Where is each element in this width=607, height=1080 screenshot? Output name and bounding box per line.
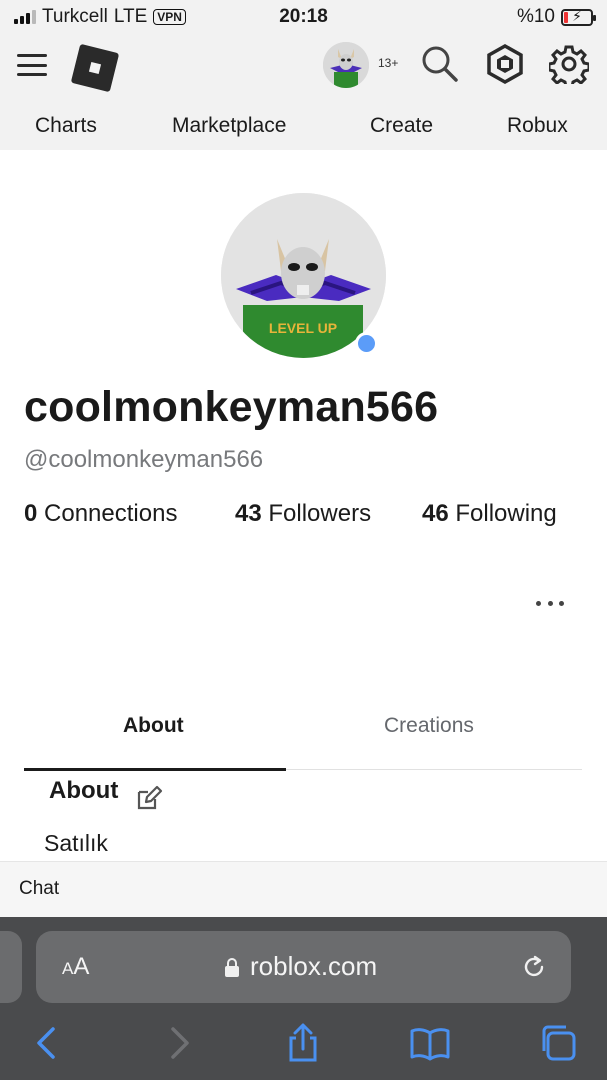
gear-icon[interactable]	[549, 44, 589, 84]
nav-robux[interactable]: Robux	[507, 114, 568, 138]
battery-percent: %10	[516, 6, 555, 27]
roblox-logo-icon[interactable]	[70, 43, 120, 93]
svg-text:LEVEL UP: LEVEL UP	[269, 320, 337, 336]
connections-label: Connections	[44, 500, 178, 527]
hamburger-menu-icon[interactable]	[17, 54, 47, 76]
connections-stat[interactable]: 0 Connections	[24, 500, 177, 528]
followers-label: Followers	[268, 500, 372, 527]
url-text: roblox.com	[250, 951, 378, 981]
followers-stat[interactable]: 43 Followers	[235, 500, 371, 528]
status-right: %10 ⚡	[516, 6, 596, 28]
age-badge: 13+	[378, 56, 399, 70]
chat-label: Chat	[19, 878, 60, 899]
about-description: Satılık	[44, 830, 108, 856]
chat-bar[interactable]: Chat	[0, 861, 607, 917]
following-stat[interactable]: 46 Following	[422, 500, 557, 528]
profile-handle: @coolmonkeyman566	[24, 446, 264, 473]
online-status-indicator	[355, 332, 378, 355]
profile-display-name: coolmonkeyman566	[24, 383, 439, 431]
nav-marketplace[interactable]: Marketplace	[172, 114, 286, 138]
previous-tab-preview[interactable]	[0, 931, 22, 1003]
active-tab-indicator	[24, 768, 286, 771]
site-header: 13+ Charts Marketplace Create Robux	[0, 34, 607, 150]
text-size-button[interactable]: AA	[62, 953, 89, 981]
battery-icon: ⚡	[561, 8, 596, 26]
following-label: Following	[455, 500, 557, 527]
browser-bottom-bar: AA roblox.com	[0, 917, 607, 1080]
avatar-thumbnail-icon	[323, 42, 369, 88]
book-icon[interactable]	[410, 1023, 450, 1063]
tab-creations[interactable]: Creations	[384, 714, 474, 738]
more-options-icon[interactable]	[536, 596, 564, 610]
nav-create[interactable]: Create	[370, 114, 433, 138]
nav-charts[interactable]: Charts	[35, 114, 97, 138]
nav-tabs: Charts Marketplace Create Robux	[0, 114, 607, 140]
search-icon[interactable]	[420, 44, 460, 84]
robux-icon[interactable]	[485, 44, 525, 84]
profile-tabs: About Creations	[24, 712, 582, 771]
connections-count: 0	[24, 500, 38, 527]
following-count: 46	[422, 500, 449, 527]
address-bar[interactable]: AA roblox.com	[36, 931, 571, 1003]
status-time: 20:18	[279, 6, 328, 27]
followers-count: 43	[235, 500, 262, 527]
status-bar: Turkcell LTE VPN 20:18 %10 ⚡	[0, 0, 607, 34]
avatar[interactable]	[323, 42, 369, 88]
tab-about[interactable]: About	[123, 714, 184, 738]
tabs-icon[interactable]	[538, 1023, 578, 1063]
edit-icon[interactable]	[135, 784, 163, 812]
lock-icon	[225, 958, 239, 977]
chevron-right-icon[interactable]	[158, 1023, 198, 1063]
share-icon[interactable]	[283, 1023, 323, 1063]
about-heading: About	[49, 777, 119, 804]
chevron-left-icon[interactable]	[28, 1023, 68, 1063]
reload-icon[interactable]	[520, 953, 548, 981]
